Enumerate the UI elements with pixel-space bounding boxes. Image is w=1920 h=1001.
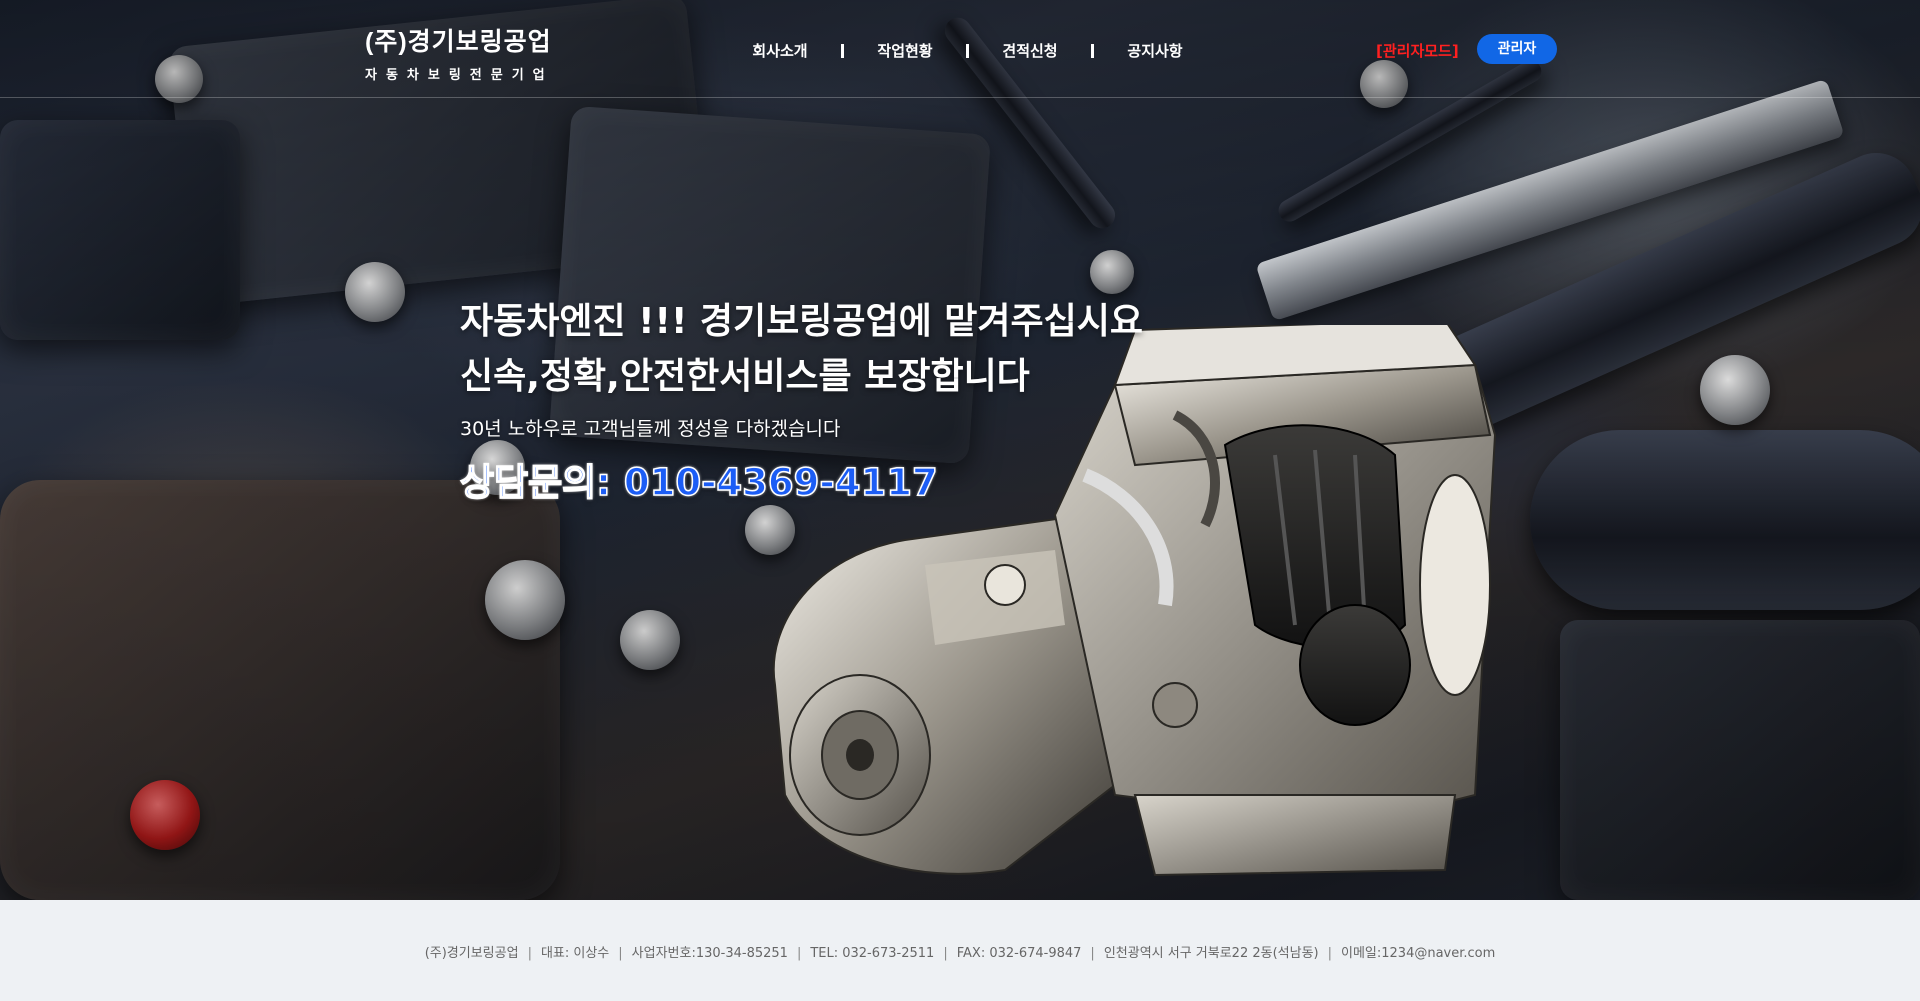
logo-title: (주)경기보링공업 <box>365 28 552 56</box>
engine-image <box>772 325 1497 877</box>
footer-address: 인천광역시 서구 거북로22 2동(석남동) <box>1103 946 1319 961</box>
nav-quote-request[interactable]: 견적신청 <box>986 40 1074 61</box>
footer-fax: FAX: 032-674-9847 <box>956 946 1082 961</box>
nav-company-intro[interactable]: 회사소개 <box>736 40 824 61</box>
footer-email: 이메일:1234@naver.com <box>1341 946 1496 961</box>
hero-headline-2: 신속,정확,안전한서비스를 보장합니다 <box>460 356 1030 397</box>
hero-background <box>0 0 1920 900</box>
nav-work-status[interactable]: 작업현황 <box>861 40 949 61</box>
footer-company: (주)경기보링공업 <box>424 946 519 961</box>
main-nav: 회사소개 작업현황 견적신청 공지사항 <box>736 40 1199 61</box>
footer-tel: TEL: 032-673-2511 <box>810 946 935 961</box>
hero-subline: 30년 노하우로 고객님들께 정성을 다하겠습니다 <box>460 418 841 440</box>
admin-button[interactable]: 관리자 <box>1477 34 1557 64</box>
hero-headline-1: 자동차엔진 !!! 경기보링공업에 맡겨주십시요 <box>460 301 1144 342</box>
site-footer: (주)경기보링공업 | 대표: 이상수 | 사업자번호:130-34-85251 | TEL… <box>0 900 1920 1001</box>
site-header: (주)경기보링공업 자동차보링전문기업 회사소개 작업현황 견적신청 공지사항 … <box>0 0 1920 98</box>
contact-phone: 상담문의: 010-4369-4117 <box>459 460 938 505</box>
logo[interactable]: (주)경기보링공업 자동차보링전문기업 <box>365 22 554 83</box>
logo-subtitle: 자동차보링전문기업 <box>365 68 554 83</box>
nav-divider <box>841 43 844 58</box>
admin-mode-link[interactable]: [관리자모드] <box>1376 40 1459 61</box>
footer-info: (주)경기보링공업 | 대표: 이상수 | 사업자번호:130-34-85251 | TEL… <box>424 946 1496 961</box>
footer-ceo: 대표: 이상수 <box>540 946 610 961</box>
nav-divider <box>1091 43 1094 58</box>
footer-business-number: 사업자번호:130-34-85251 <box>631 946 788 961</box>
nav-divider <box>966 43 969 58</box>
nav-notices[interactable]: 공지사항 <box>1111 40 1199 61</box>
